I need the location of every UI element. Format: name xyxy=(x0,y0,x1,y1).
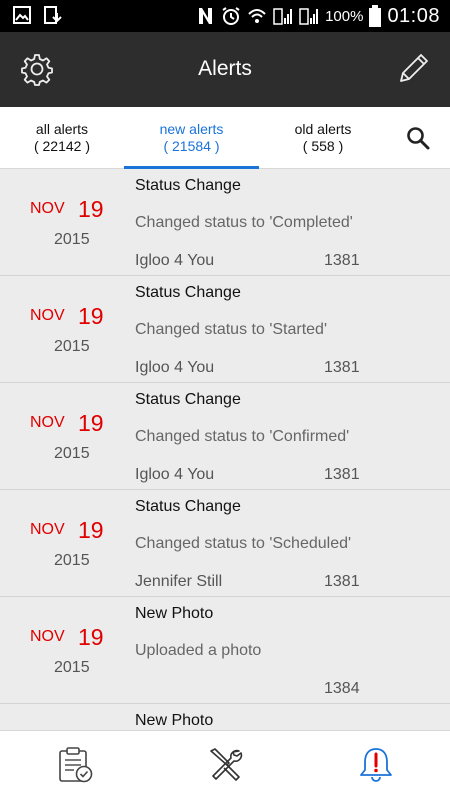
battery-icon xyxy=(369,5,382,27)
nfc-icon xyxy=(199,8,213,24)
alert-user: Igloo 4 You xyxy=(135,466,215,483)
date-day: 19 xyxy=(78,517,104,543)
battery-percent: 100% xyxy=(325,7,364,25)
list-item[interactable]: NOV 19 2015 Status Change Changed status… xyxy=(0,169,450,276)
alert-description: Uploaded a photo xyxy=(135,642,262,659)
tab-label: new alerts xyxy=(159,121,224,137)
alert-number: 1384 xyxy=(324,680,360,697)
date-day: 19 xyxy=(78,303,104,329)
tab-label: all alerts xyxy=(35,121,89,137)
list-item[interactable]: NOV 19 2015 Status Change Changed status… xyxy=(0,383,450,490)
alert-user: Igloo 4 You xyxy=(135,252,215,269)
alert-description: Changed status to 'Completed' xyxy=(135,214,353,231)
date-year: 2015 xyxy=(54,552,90,569)
alert-description: Changed status to 'Scheduled' xyxy=(135,535,352,552)
tab-new-alerts[interactable]: new alerts ( 21584 ) xyxy=(124,107,259,169)
alert-number: 1381 xyxy=(324,466,360,483)
alert-user: Igloo 4 You xyxy=(135,359,215,376)
tab-count: ( 558 ) xyxy=(302,138,344,154)
tab-old-alerts[interactable]: old alerts ( 558 ) xyxy=(259,107,387,169)
clipboard-check-icon[interactable] xyxy=(56,745,96,785)
alert-user: Jennifer Still xyxy=(135,573,223,590)
download-icon xyxy=(44,6,62,24)
tab-label: old alerts xyxy=(294,121,352,137)
date-year: 2015 xyxy=(54,338,90,355)
tab-all-alerts[interactable]: all alerts ( 22142 ) xyxy=(0,107,124,169)
clock: 01:08 xyxy=(387,4,440,27)
date-month: NOV xyxy=(30,521,65,538)
date-day: 19 xyxy=(78,196,104,222)
alert-description: Changed status to 'Confirmed' xyxy=(135,428,350,445)
alert-title: Status Change xyxy=(135,284,241,301)
tab-count: ( 21584 ) xyxy=(163,138,220,154)
date-year: 2015 xyxy=(54,445,90,462)
alert-title: Status Change xyxy=(135,391,241,408)
alert-bell-icon[interactable] xyxy=(356,745,396,785)
date-year: 2015 xyxy=(54,659,90,676)
bottom-nav xyxy=(0,730,450,800)
status-bar: 100% 01:08 xyxy=(0,0,450,32)
alert-title: New Photo xyxy=(135,712,214,729)
list-item[interactable]: NOV 19 2015 Status Change Changed status… xyxy=(0,490,450,597)
alert-number: 1381 xyxy=(324,252,360,269)
app-bar: Alerts xyxy=(0,32,450,107)
list-item[interactable]: NOV 19 2015 New Photo Uploaded a photo 1… xyxy=(0,597,450,704)
alert-number: 1381 xyxy=(324,573,360,590)
image-icon xyxy=(13,6,31,24)
date-month: NOV xyxy=(30,307,65,324)
alert-number: 1381 xyxy=(324,359,360,376)
alert-title: New Photo xyxy=(135,605,214,622)
list-item[interactable]: New Photo xyxy=(0,704,450,730)
date-month: NOV xyxy=(30,200,65,217)
alert-title: Status Change xyxy=(135,498,241,515)
wifi-icon xyxy=(248,9,266,23)
signal-icon-2 xyxy=(299,8,319,25)
date-month: NOV xyxy=(30,628,65,645)
alarm-icon xyxy=(222,7,240,25)
page-title: Alerts xyxy=(198,57,252,80)
date-day: 19 xyxy=(78,624,104,650)
search-icon[interactable] xyxy=(405,125,431,151)
date-month: NOV xyxy=(30,414,65,431)
date-day: 19 xyxy=(78,410,104,436)
date-year: 2015 xyxy=(54,231,90,248)
pencil-icon[interactable] xyxy=(396,52,430,86)
alert-title: Status Change xyxy=(135,177,241,194)
alert-list[interactable]: NOV 19 2015 Status Change Changed status… xyxy=(0,169,450,730)
signal-icon xyxy=(273,8,293,25)
alert-description: Changed status to 'Started' xyxy=(135,321,328,338)
tools-icon[interactable] xyxy=(205,745,245,785)
alert-tabs: all alerts ( 22142 ) new alerts ( 21584 … xyxy=(0,107,450,169)
tab-count: ( 22142 ) xyxy=(33,138,91,154)
list-item[interactable]: NOV 19 2015 Status Change Changed status… xyxy=(0,276,450,383)
